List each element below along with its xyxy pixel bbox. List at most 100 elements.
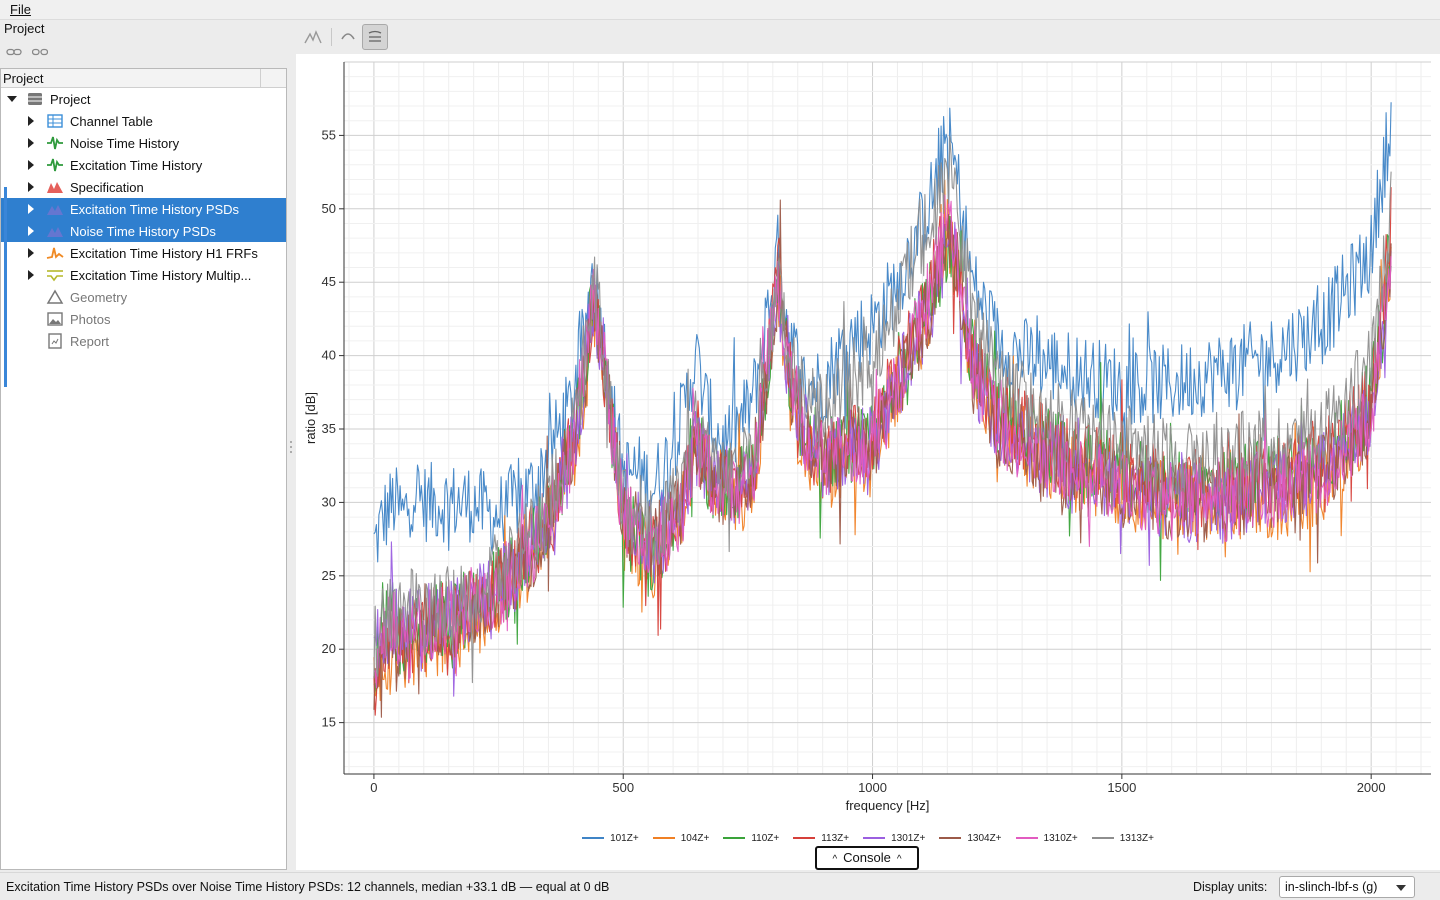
legend-swatch: [793, 837, 816, 840]
legend-label: 1310Z+: [1043, 833, 1078, 844]
tree-item-label: Noise Time History PSDs: [70, 224, 216, 239]
psd-icon: [46, 201, 64, 217]
y-tick-label: 45: [322, 274, 336, 289]
legend-swatch: [652, 837, 675, 840]
legend-swatch: [1015, 837, 1038, 840]
expand-right-icon[interactable]: [28, 248, 34, 258]
tree-header: Project: [1, 69, 286, 88]
expand-right-icon[interactable]: [28, 204, 34, 214]
unlink-icon[interactable]: [31, 44, 49, 60]
psd-icon: [46, 223, 64, 239]
menu-file-label: File: [10, 2, 31, 17]
tree-group-bracket: [4, 187, 8, 387]
legend-label: 1313Z+: [1119, 833, 1154, 844]
chart-svg[interactable]: 0 500 1000 1500 2000 15 20 25 30 35 40 45 50 55 freque…: [296, 54, 1440, 830]
menu-file[interactable]: File: [10, 2, 31, 17]
legend-swatch: [1091, 837, 1114, 840]
tree-item[interactable]: Geometry: [1, 286, 286, 308]
legend-item[interactable]: 1301Z+: [863, 833, 925, 844]
tree-item[interactable]: Excitation Time History H1 FRFs: [1, 242, 286, 264]
display-units-select[interactable]: in-slinch-lbf-s (g): [1279, 876, 1415, 898]
legend-item[interactable]: 1310Z+: [1015, 833, 1078, 844]
expand-down-icon[interactable]: [7, 96, 17, 102]
project-tree: Project Project Channel Table Noise Time H…: [0, 68, 287, 870]
peak-pick-icon[interactable]: [300, 24, 326, 50]
left-panel-title: Project: [4, 21, 45, 36]
database-icon: [26, 91, 44, 107]
tree-item-label: Excitation Time History PSDs: [70, 202, 240, 217]
legend-swatch: [939, 837, 962, 840]
tree-header-divider[interactable]: [260, 69, 261, 88]
legend-label: 1304Z+: [967, 833, 1002, 844]
y-tick-label: 20: [322, 641, 336, 656]
chevron-up-icon: ^: [896, 854, 902, 865]
console-toggle-button[interactable]: ^ Console ^: [815, 846, 919, 870]
tree-item[interactable]: Excitation Time History: [1, 154, 286, 176]
tree-item-label: Excitation Time History Multip...: [70, 268, 252, 283]
tree-item-label: Noise Time History: [70, 136, 180, 151]
legend-swatch: [582, 837, 605, 840]
legend-label: 101Z+: [610, 833, 639, 844]
legend-item[interactable]: 1304Z+: [939, 833, 1002, 844]
legend-label: 113Z+: [821, 833, 850, 844]
tree-item-label: Excitation Time History: [70, 158, 203, 173]
y-tick-label: 25: [322, 568, 336, 583]
legend-label: 1301Z+: [891, 833, 926, 844]
tree-item[interactable]: Noise Time History: [1, 132, 286, 154]
y-tick-label: 15: [322, 715, 336, 730]
expand-right-icon[interactable]: [28, 226, 34, 236]
tree-item-label: Project: [50, 92, 91, 107]
tree-item[interactable]: Specification: [1, 176, 286, 198]
specification-icon: [46, 179, 64, 195]
tree-item[interactable]: Photos: [1, 308, 286, 330]
expand-right-icon[interactable]: [28, 160, 34, 170]
legend-item[interactable]: 113Z+: [793, 833, 849, 844]
y-tick-label: 35: [322, 421, 336, 436]
status-bar: Excitation Time History PSDs over Noise …: [0, 872, 1440, 900]
x-tick-label: 1000: [858, 780, 887, 795]
toolbar-separator: [331, 28, 332, 46]
console-label: Console: [843, 850, 891, 865]
chevron-up-icon: ^: [832, 854, 838, 865]
expand-right-icon[interactable]: [28, 270, 34, 280]
tree-header-label: Project: [3, 71, 44, 86]
legend-item[interactable]: 104Z+: [652, 833, 710, 844]
tree-item[interactable]: Excitation Time History PSDs: [1, 198, 286, 220]
menu-bar: File: [0, 0, 1440, 20]
tree-item[interactable]: Report: [1, 330, 286, 352]
legend-item[interactable]: 110Z+: [723, 833, 779, 844]
y-tick-label: 30: [322, 494, 336, 509]
tree-item-label: Channel Table: [70, 114, 153, 129]
time-history-icon: [46, 135, 64, 151]
tree-item[interactable]: Project: [1, 88, 286, 110]
geometry-icon: [46, 289, 64, 305]
multiple-coherence-icon: [46, 267, 64, 283]
report-icon: [46, 333, 64, 349]
frf-icon: [46, 245, 64, 261]
psd-ratio-chart[interactable]: 0 500 1000 1500 2000 15 20 25 30 35 40 45 50 55 freque…: [296, 54, 1440, 870]
table-icon: [46, 113, 64, 129]
x-tick-label: 2000: [1357, 780, 1386, 795]
tree-item[interactable]: Channel Table: [1, 110, 286, 132]
plot-toolbar: [296, 22, 1440, 52]
link-icon[interactable]: [6, 44, 22, 60]
legend-label: 104Z+: [680, 833, 710, 844]
x-tick-label: 0: [370, 780, 377, 795]
tree-item[interactable]: Excitation Time History Multip...: [1, 264, 286, 286]
legend-item[interactable]: 1313Z+: [1091, 833, 1154, 844]
stack-traces-icon[interactable]: [362, 24, 388, 50]
tree-item[interactable]: Noise Time History PSDs: [1, 220, 286, 242]
expand-right-icon[interactable]: [28, 138, 34, 148]
status-message: Excitation Time History PSDs over Noise …: [6, 880, 610, 894]
display-units-value: in-slinch-lbf-s (g): [1285, 880, 1378, 894]
legend-item[interactable]: 101Z+: [582, 833, 639, 844]
tree-item-label: Specification: [70, 180, 144, 195]
undo-icon[interactable]: [335, 24, 361, 50]
expand-right-icon[interactable]: [28, 116, 34, 126]
y-axis-label: ratio [dB]: [303, 392, 318, 444]
y-tick-label: 50: [322, 201, 336, 216]
tree-item-label: Geometry: [70, 290, 128, 305]
panel-splitter[interactable]: [289, 440, 293, 454]
tree-item-label: Report: [70, 334, 110, 349]
expand-right-icon[interactable]: [28, 182, 34, 192]
